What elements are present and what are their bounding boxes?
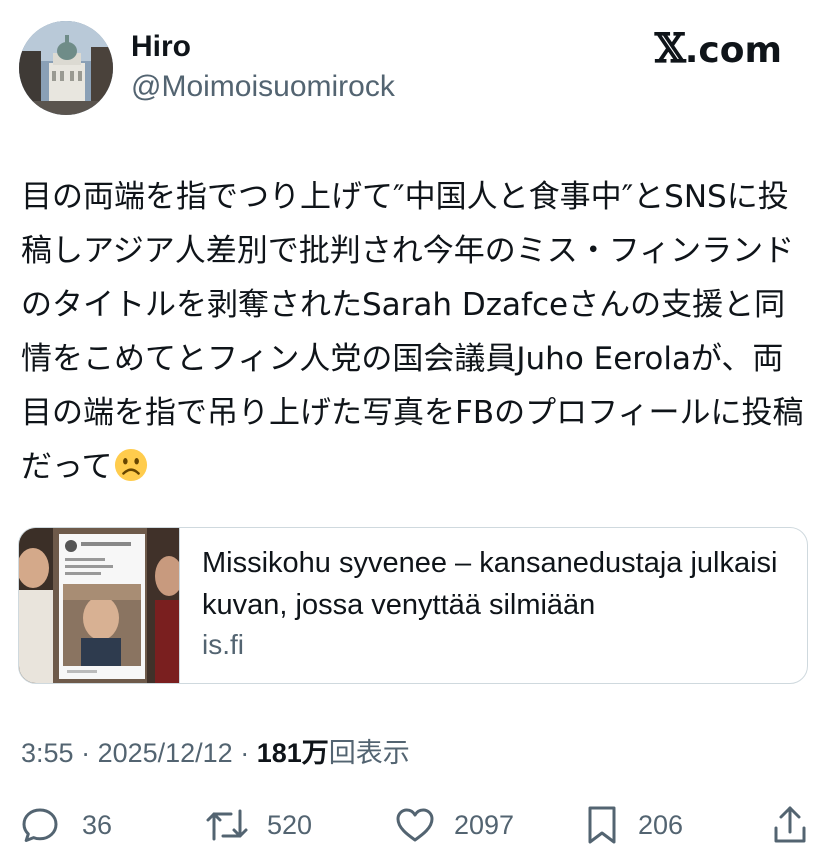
link-card[interactable]: Missikohu syvenee – kansanedustaja julka… bbox=[18, 527, 808, 684]
x-logo-mark: 𝕏 bbox=[654, 25, 686, 72]
tweet-text: 目の両端を指でつり上げて″中国人と食事中″とSNSに投稿しアジア人差別で批判され… bbox=[21, 170, 811, 494]
bookmark-button[interactable]: 206 bbox=[584, 800, 683, 850]
x-logo-suffix: .com bbox=[684, 30, 782, 71]
author-avatar[interactable] bbox=[19, 21, 113, 115]
like-count: 2097 bbox=[454, 809, 515, 840]
repost-count: 520 bbox=[267, 809, 313, 840]
like-button[interactable]: 2097 bbox=[394, 800, 514, 850]
frowning-face-emoji bbox=[115, 448, 148, 482]
x-logo: 𝕏 .com bbox=[654, 25, 782, 72]
tweet-text-body: 目の両端を指でつり上げて″中国人と食事中″とSNSに投稿しアジア人差別で批判され… bbox=[21, 179, 804, 485]
link-card-domain: is.fi bbox=[202, 629, 244, 660]
author-handle[interactable]: @Moimoisuomirock bbox=[131, 71, 395, 103]
views-label: 回表示 bbox=[328, 738, 410, 768]
repost-icon bbox=[206, 809, 248, 841]
reply-count: 36 bbox=[82, 809, 113, 840]
tweet-date[interactable]: 2025/12/12 bbox=[98, 738, 233, 768]
action-bar: 36 520 2097 206 bbox=[0, 800, 828, 850]
share-icon bbox=[774, 806, 806, 843]
reply-icon bbox=[22, 808, 58, 842]
author-name[interactable]: Hiro bbox=[131, 31, 191, 63]
link-card-title: Missikohu syvenee – kansanedustaja julka… bbox=[202, 547, 778, 621]
meta-separator: · bbox=[232, 738, 257, 768]
repost-button[interactable]: 520 bbox=[205, 800, 312, 850]
link-card-thumbnail bbox=[19, 528, 180, 683]
bookmark-icon bbox=[588, 806, 616, 844]
bookmark-count: 206 bbox=[638, 809, 684, 840]
views-count: 181万 bbox=[256, 738, 329, 768]
tweet-time[interactable]: 3:55 bbox=[21, 738, 74, 768]
reply-button[interactable]: 36 bbox=[20, 800, 112, 850]
share-button[interactable] bbox=[771, 800, 809, 850]
tweet-meta: 3:55 · 2025/12/12 · 181万回表示 bbox=[21, 736, 410, 770]
meta-separator: · bbox=[73, 738, 98, 768]
heart-icon bbox=[396, 808, 434, 842]
